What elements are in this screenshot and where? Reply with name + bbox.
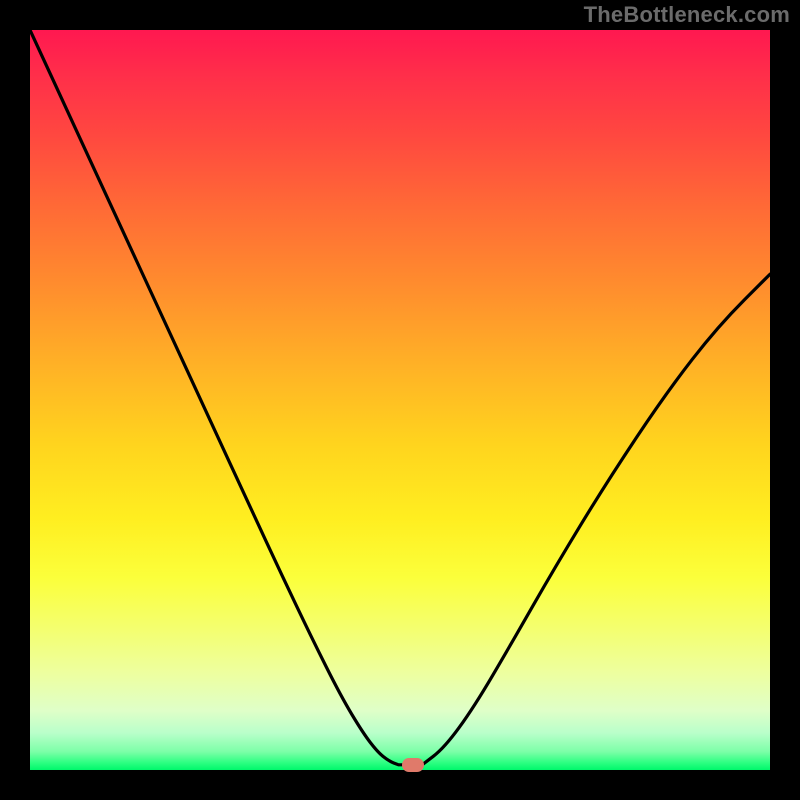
plot-area [30, 30, 770, 770]
curve-path [30, 30, 770, 765]
chart-frame: TheBottleneck.com [0, 0, 800, 800]
watermark-label: TheBottleneck.com [584, 2, 790, 28]
optimum-marker [402, 758, 424, 772]
bottleneck-curve [30, 30, 770, 770]
